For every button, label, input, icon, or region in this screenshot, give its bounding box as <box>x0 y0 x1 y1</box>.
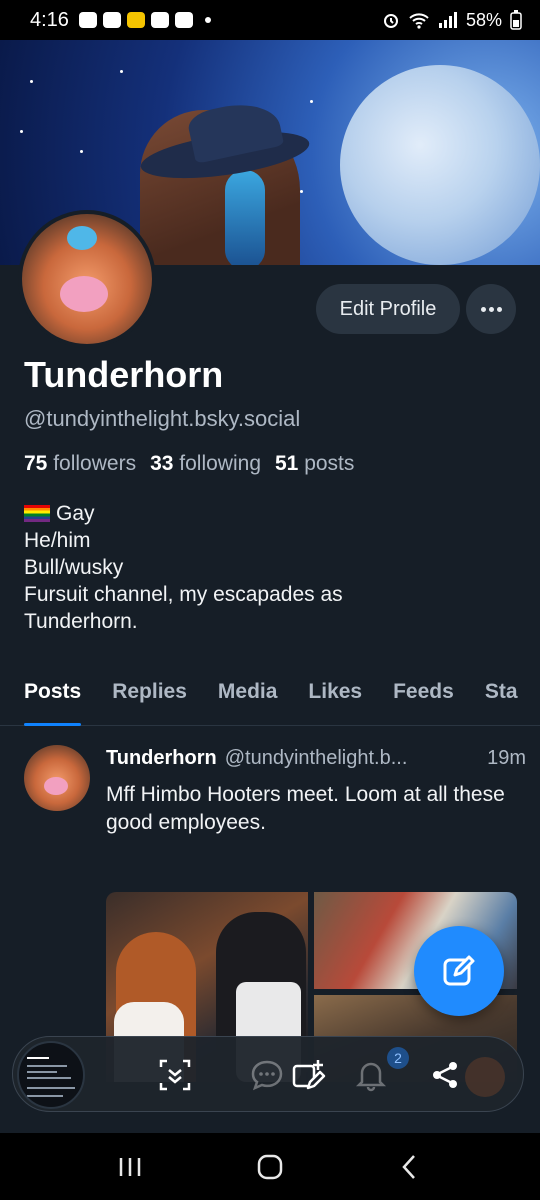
bell-icon <box>355 1062 387 1092</box>
profile-handle: @tundyinthelight.bsky.social <box>24 406 301 431</box>
tab-feeds[interactable]: Feeds <box>393 674 454 726</box>
butterfly-icon <box>150 12 169 28</box>
status-bar: 4:16 58% <box>0 0 540 40</box>
post-author-name[interactable]: Tunderhorn <box>106 747 217 770</box>
following-link[interactable]: 33 following <box>150 452 261 476</box>
recent-apps-icon[interactable] <box>115 1152 145 1182</box>
battery-icon <box>510 10 522 30</box>
edit-crop-icon <box>292 1060 326 1090</box>
alarm-icon <box>383 14 398 28</box>
scroll-capture-icon <box>159 1059 191 1091</box>
chat-button[interactable] <box>245 1053 289 1097</box>
edit-screenshot-button[interactable] <box>287 1053 331 1097</box>
profile-stats: 75 followers 33 following 51 posts <box>24 452 354 476</box>
post-text: Mff Himbo Hooters meet. Loom at all thes… <box>106 783 505 834</box>
more-notifications-dot <box>204 17 211 23</box>
ellipsis-icon <box>480 306 486 312</box>
compose-icon <box>443 955 475 986</box>
rainbow-flag-icon <box>24 505 50 522</box>
wifi-icon <box>409 13 429 29</box>
tab-posts[interactable]: Posts <box>24 674 82 726</box>
post-header: Tunderhorn @tundyinthelight.b... 19m <box>106 747 526 770</box>
profile-avatar[interactable] <box>18 210 156 348</box>
share-button[interactable] <box>423 1053 467 1097</box>
post-author-handle: @tundyinthelight.b... <box>224 747 408 769</box>
swipe-icon <box>174 12 193 28</box>
status-time: 4:16 <box>30 8 69 31</box>
posts-count: 51 posts <box>275 452 355 475</box>
system-nav-bar <box>0 1133 540 1200</box>
tab-starter-packs[interactable]: Sta <box>485 674 518 726</box>
profile-screen: Edit Profile Tunderhorn @tundyinthelight… <box>0 40 540 1133</box>
signal-icon <box>438 12 457 28</box>
edit-profile-button[interactable]: Edit Profile <box>316 284 460 334</box>
profile-tabs: Posts Replies Media Likes Feeds Sta <box>0 674 540 726</box>
scroll-capture-button[interactable] <box>153 1053 197 1097</box>
display-name: Tunderhorn <box>24 354 224 395</box>
profile-tab-avatar[interactable] <box>465 1057 505 1097</box>
screenshot-thumbnail[interactable] <box>17 1041 85 1109</box>
followers-link[interactable]: 75 followers <box>24 452 136 476</box>
chat-bubble-icon <box>251 1060 283 1091</box>
post-timestamp: 19m <box>487 747 526 769</box>
tab-replies[interactable]: Replies <box>112 674 187 726</box>
more-options-button[interactable] <box>466 284 516 334</box>
screenshot-toolbar: 2 <box>12 1036 524 1112</box>
tab-likes[interactable]: Likes <box>308 674 362 726</box>
post-author-avatar[interactable] <box>24 745 90 811</box>
notification-icons <box>78 12 211 28</box>
back-icon[interactable] <box>395 1152 425 1182</box>
app-icon <box>126 12 145 28</box>
discord-icon <box>102 12 121 28</box>
tab-media[interactable]: Media <box>218 674 278 726</box>
profile-bio: Gay He/him Bull/wusky Fursuit channel, m… <box>24 502 343 633</box>
chat-icon <box>78 12 97 28</box>
notification-badge: 2 <box>387 1047 409 1069</box>
battery-percent: 58% <box>465 9 502 30</box>
compose-post-button[interactable] <box>414 926 504 1016</box>
banner-moon <box>340 65 540 265</box>
share-icon <box>433 1062 457 1088</box>
home-icon[interactable] <box>255 1152 285 1182</box>
